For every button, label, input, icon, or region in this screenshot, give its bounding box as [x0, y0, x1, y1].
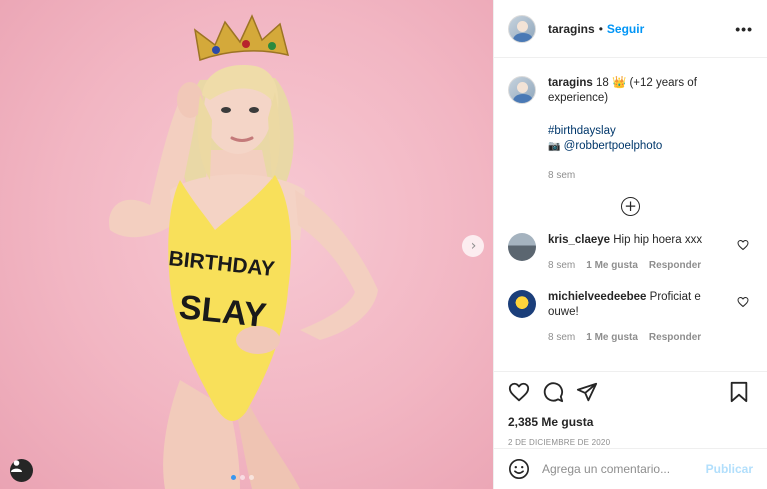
follow-button[interactable]: Seguir: [607, 22, 644, 36]
action-icons: [508, 380, 753, 404]
crown: [193, 14, 290, 62]
caption-mention[interactable]: 📷 @robbertpoelphoto: [548, 139, 748, 154]
comment-button[interactable]: [542, 381, 564, 403]
load-more-button[interactable]: +: [621, 197, 640, 216]
caption-timestamp[interactable]: 8 sem: [548, 168, 748, 183]
comment-icon: [543, 382, 564, 403]
plus-icon: +: [624, 197, 637, 215]
bookmark-icon: [730, 381, 748, 403]
post-sidebar: taragins • Seguir ••• taragins 18 👑 (+12…: [493, 0, 767, 489]
author-username[interactable]: taragins: [548, 22, 595, 36]
add-comment-bar: Publicar: [494, 448, 767, 489]
carousel-indicator: [231, 475, 254, 480]
photo-illustration: BIRTHDAY SLAY: [109, 14, 378, 489]
comment-item: kris_claeye Hip hip hoera xxx 8 sem 1 Me…: [508, 233, 753, 273]
comment-like-icon[interactable]: [737, 296, 749, 308]
commenter-username[interactable]: michielveedeebee: [548, 291, 646, 303]
author-avatar[interactable]: [508, 14, 536, 43]
comments-section[interactable]: taragins 18 👑 (+12 years of experience) …: [494, 58, 767, 370]
save-button[interactable]: [729, 381, 749, 403]
comment-like-icon[interactable]: [737, 239, 749, 251]
post-header: taragins • Seguir •••: [494, 0, 767, 58]
like-button[interactable]: [508, 381, 530, 403]
comment-likes[interactable]: 1 Me gusta: [586, 258, 638, 273]
comment-input[interactable]: [542, 462, 706, 476]
camera-icon: 📷: [548, 141, 561, 152]
follow-separator: •: [598, 21, 603, 36]
carousel-next-button[interactable]: ›: [462, 235, 484, 257]
comment-timestamp[interactable]: 8 sem: [548, 258, 575, 273]
comment-item: michielveedeebee Proficiat e ouwe! 8 sem…: [508, 290, 753, 345]
mention-text[interactable]: @robbertpoelphoto: [564, 140, 663, 152]
comment-text: Hip hip hoera xxx: [613, 234, 703, 246]
caption-avatar[interactable]: [508, 76, 536, 104]
post-photo[interactable]: BIRTHDAY SLAY ›: [0, 0, 493, 489]
carousel-dot: [249, 475, 254, 480]
publish-button[interactable]: Publicar: [706, 462, 753, 476]
commenter-avatar[interactable]: [508, 290, 536, 318]
commenter-username[interactable]: kris_claeye: [548, 234, 610, 246]
user-tag-icon: [11, 460, 22, 472]
right-hand: [236, 326, 280, 354]
reply-button[interactable]: Responder: [649, 258, 701, 273]
share-icon: [576, 382, 598, 402]
comment-timestamp[interactable]: 8 sem: [548, 330, 575, 345]
post-actions: 2,385 Me gusta 2 DE DICIEMBRE DE 2020: [494, 371, 767, 447]
emoji-icon[interactable]: [508, 458, 530, 480]
post-date: 2 DE DICIEMBRE DE 2020: [508, 438, 611, 447]
carousel-dot: [240, 475, 245, 480]
comment-likes[interactable]: 1 Me gusta: [586, 330, 638, 345]
post-caption: taragins 18 👑 (+12 years of experience) …: [508, 76, 753, 183]
chevron-right-icon: ›: [470, 238, 477, 254]
load-more-comments: +: [508, 197, 753, 216]
caption-hashtag[interactable]: #birthdayslay: [548, 124, 748, 139]
commenter-avatar[interactable]: [508, 233, 536, 261]
carousel-dot-active: [231, 475, 236, 480]
right-arm: [295, 190, 378, 340]
heart-icon: [508, 382, 530, 402]
caption-username[interactable]: taragins: [548, 77, 593, 89]
user-tag-button[interactable]: [10, 459, 33, 482]
likes-count[interactable]: 2,385 Me gusta: [508, 415, 753, 429]
reply-button[interactable]: Responder: [649, 330, 701, 345]
more-options-icon[interactable]: •••: [735, 21, 753, 37]
share-button[interactable]: [576, 381, 598, 403]
